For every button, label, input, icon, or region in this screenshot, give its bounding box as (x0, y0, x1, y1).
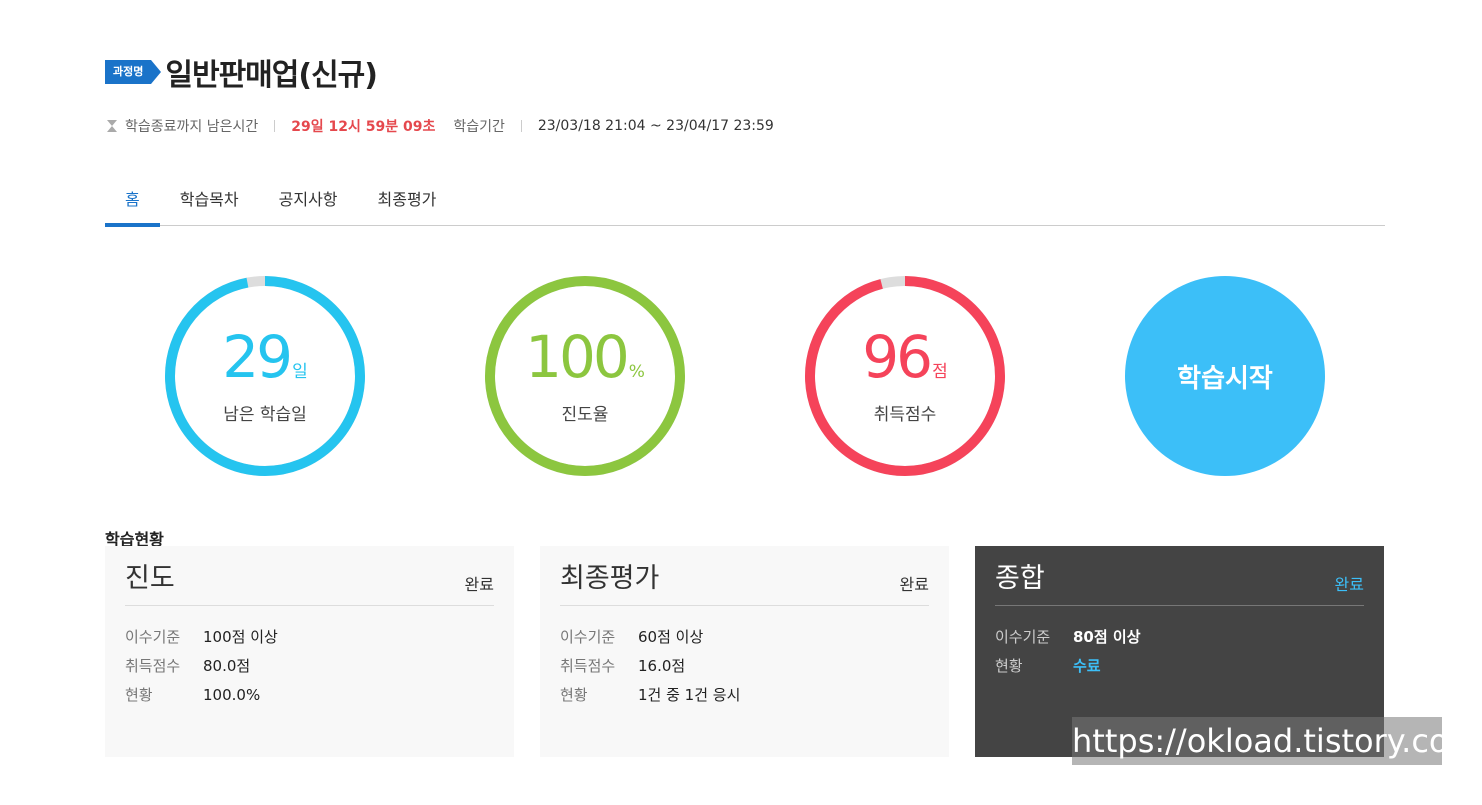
divider (520, 120, 522, 132)
score-circle: 96 점 취득점수 (804, 275, 1006, 477)
watermark: https://okload.tistory.com (1072, 717, 1480, 765)
progress-card: 진도 완료 이수기준 100점 이상 취득점수 80.0점 현황 100.0% (105, 546, 514, 757)
start-learning-button[interactable]: 학습시작 (1125, 276, 1325, 476)
list-item: 현황 1건 중 1건 응시 (560, 686, 741, 704)
divider (274, 120, 276, 132)
list-item: 현황 수료 (995, 657, 1101, 675)
course-header: 과정명 일반판매업(신규) (105, 50, 378, 94)
card-title: 진도 (125, 563, 175, 594)
card-status: 완료 (899, 575, 929, 594)
hourglass-icon (107, 120, 117, 132)
tab-bar: 홈 학습목차 공지사항 최종평가 (105, 180, 1385, 227)
card-status: 완료 (464, 575, 494, 594)
list-item: 이수기준 60점 이상 (560, 628, 704, 646)
tab-notices[interactable]: 공지사항 (259, 180, 358, 226)
tab-contents[interactable]: 학습목차 (160, 180, 259, 226)
remaining-days-value: 29 일 (222, 322, 308, 391)
tab-home[interactable]: 홈 (105, 180, 160, 227)
remaining-label: 학습종료까지 남은시간 (125, 119, 259, 135)
period-value: 23/03/18 21:04 ~ 23/04/17 23:59 (537, 118, 774, 134)
course-meta: 학습종료까지 남은시간 29일 12시 59분 09초 학습기간 23/03/1… (105, 116, 774, 136)
course-badge: 과정명 (105, 60, 162, 84)
card-title: 최종평가 (560, 563, 660, 594)
remaining-time: 29일 12시 59분 09초 (291, 119, 436, 135)
list-item: 이수기준 100점 이상 (125, 628, 278, 646)
final-exam-card: 최종평가 완료 이수기준 60점 이상 취득점수 16.0점 현황 1건 중 1건 응… (540, 546, 949, 757)
list-item: 현황 100.0% (125, 685, 261, 705)
card-status: 완료 (1334, 575, 1364, 594)
progress-rate-label: 진도율 (561, 404, 609, 425)
remaining-days-circle: 29 일 남은 학습일 (164, 275, 366, 477)
list-item: 취득점수 16.0점 (560, 657, 686, 675)
card-title: 종합 (995, 563, 1045, 594)
list-item: 이수기준 80점 이상 (995, 628, 1141, 646)
tab-final-exam[interactable]: 최종평가 (358, 180, 457, 226)
score-value: 96 점 (862, 322, 948, 391)
progress-rate-value: 100% (525, 322, 645, 391)
period-label: 학습기간 (453, 119, 505, 135)
remaining-days-label: 남은 학습일 (223, 404, 307, 425)
score-label: 취득점수 (873, 404, 937, 425)
list-item: 취득점수 80.0점 (125, 657, 251, 675)
page-title: 일반판매업(신규) (165, 58, 378, 93)
progress-rate-circle: 100% 진도율 (484, 275, 686, 477)
